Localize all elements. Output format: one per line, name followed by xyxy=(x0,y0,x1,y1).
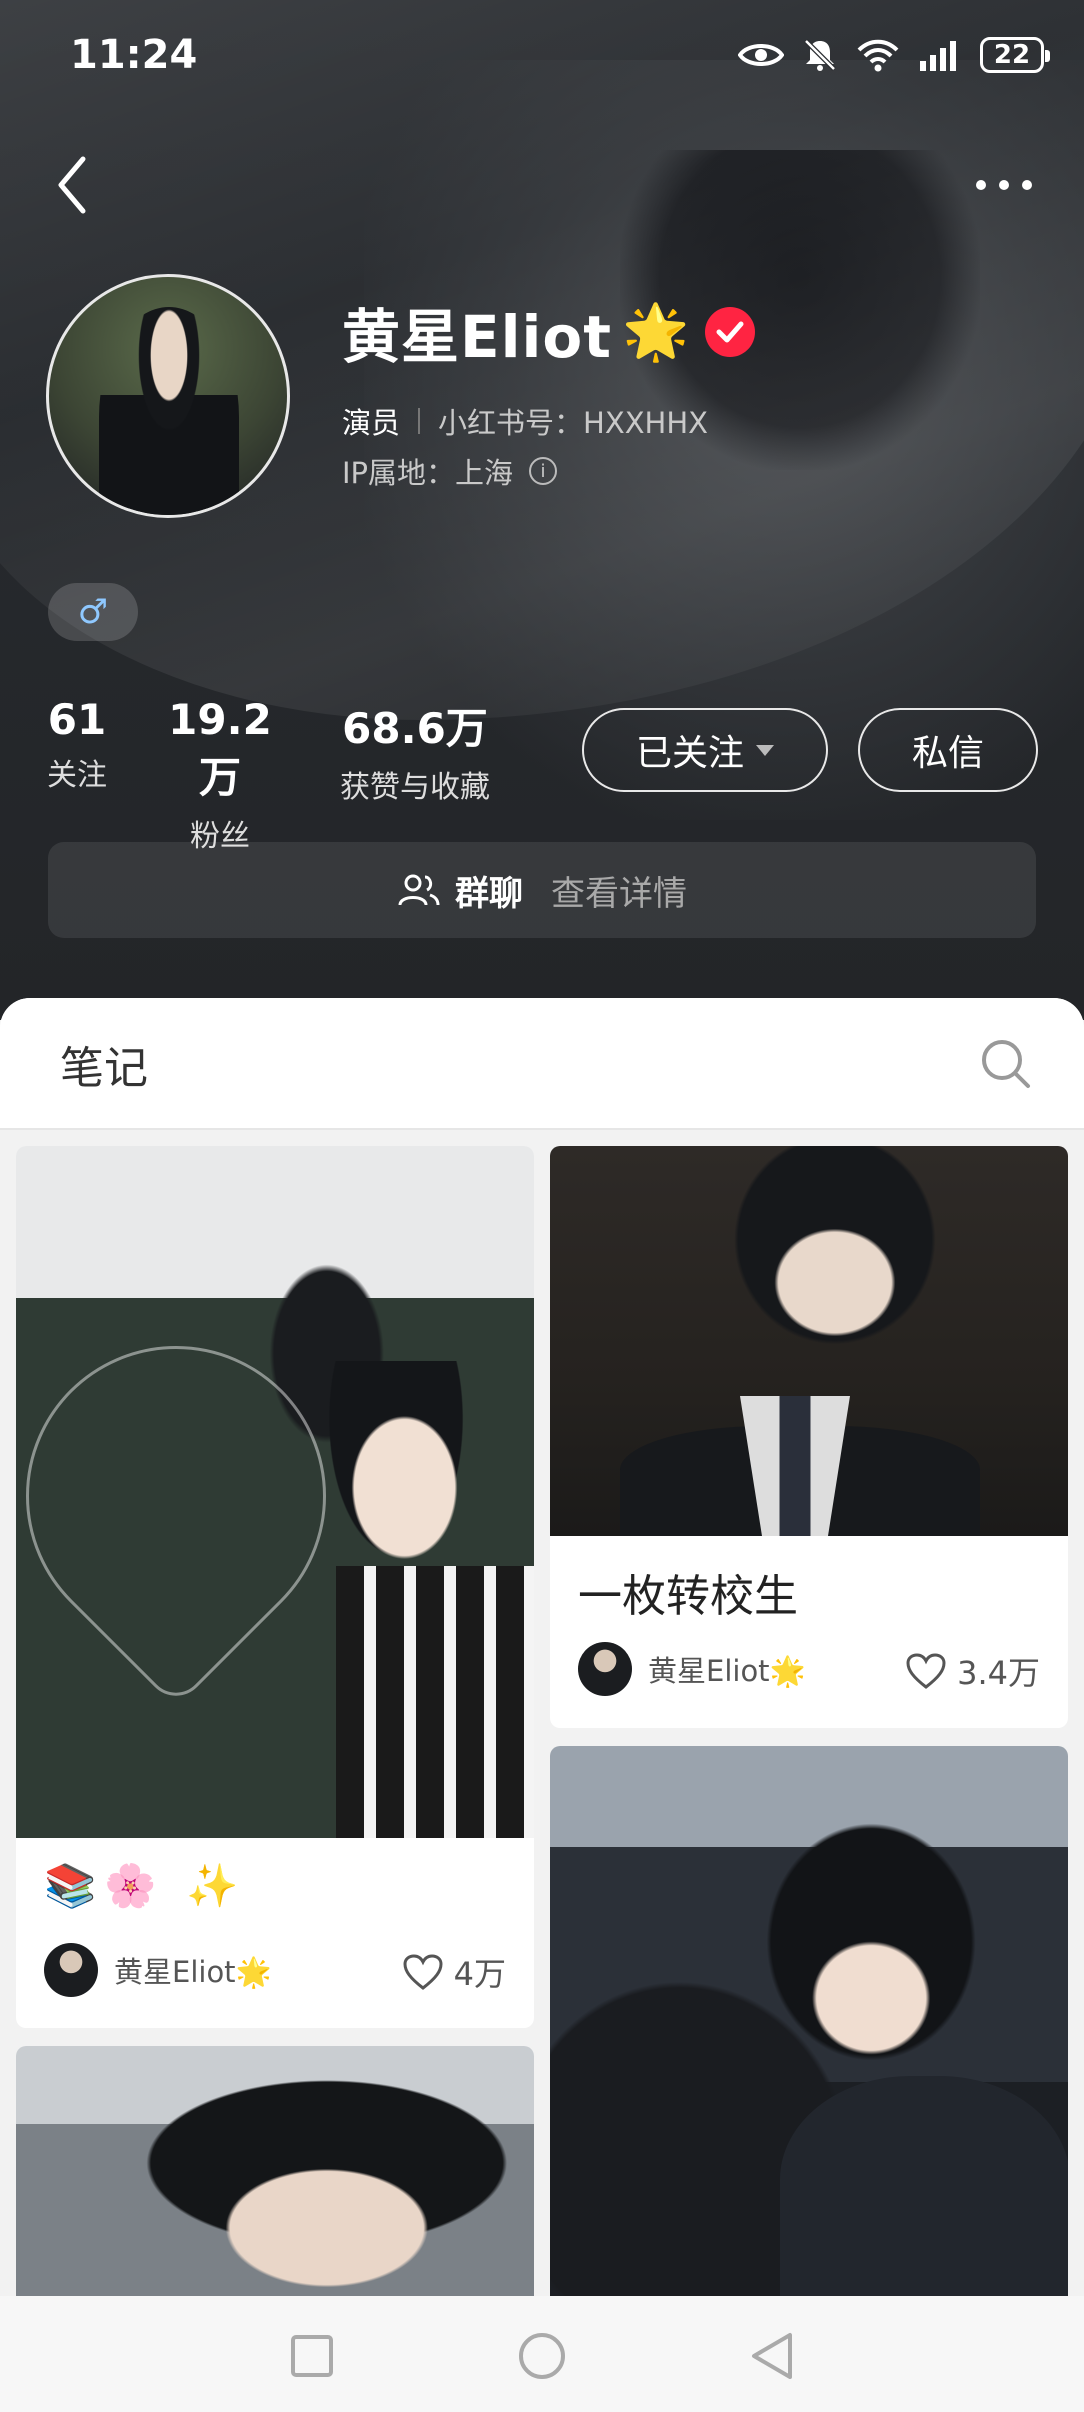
stat-likes[interactable]: 68.6万 获赞与收藏 xyxy=(330,695,500,806)
profile-stats: 61 关注 19.2万 粉丝 68.6万 获赞与收藏 xyxy=(0,695,560,854)
note-likes[interactable]: 4万 xyxy=(402,1949,506,1995)
cover-jacket xyxy=(336,1566,534,1838)
status-bar: 11:24 22 xyxy=(0,0,1084,110)
message-button[interactable]: 私信 xyxy=(858,708,1038,792)
group-chat-title: 群聊 xyxy=(455,873,523,914)
circle-icon xyxy=(519,2333,565,2379)
home-button[interactable] xyxy=(516,2330,568,2382)
tab-notes[interactable]: 笔记 xyxy=(60,1032,148,1096)
note-author[interactable]: 黄星Eliot🌟 xyxy=(44,1943,272,1997)
triangle-back-icon xyxy=(752,2333,792,2379)
author-name: 黄星Eliot🌟 xyxy=(114,1955,272,1989)
message-button-label: 私信 xyxy=(911,733,984,774)
stat-fans[interactable]: 19.2万 粉丝 xyxy=(156,695,284,855)
profile-header: 11:24 22 黄星Eliot 🌟 演员 小红书号：HXXHHX IP属地：上… xyxy=(0,0,1084,1020)
note-likes-count: 3.4万 xyxy=(957,1654,1040,1692)
note-likes-count: 4万 xyxy=(453,1955,506,1993)
group-chat-bar[interactable]: 群聊 查看详情 xyxy=(48,842,1036,938)
note-author[interactable]: 黄星Eliot🌟 xyxy=(578,1642,806,1696)
profile-screen: 11:24 22 黄星Eliot 🌟 演员 小红书号：HXXHHX IP属地：上… xyxy=(0,0,1084,2412)
author-avatar xyxy=(44,1943,98,1997)
status-icons: 22 xyxy=(738,37,1050,73)
search-icon xyxy=(982,1040,1030,1088)
stat-likes-value: 68.6万 xyxy=(342,704,488,753)
note-title: 📚🌸 ✨ xyxy=(44,1861,247,1910)
note-card[interactable]: 一枚转校生 黄星Eliot🌟 3.4万 xyxy=(550,1146,1068,1728)
stat-following[interactable]: 61 关注 xyxy=(44,695,110,794)
group-chat-detail: 查看详情 xyxy=(551,873,687,914)
recents-button[interactable] xyxy=(286,2330,338,2382)
caret-down-icon xyxy=(756,744,774,756)
profile-meta: 演员 小红书号：HXXHHX xyxy=(342,400,708,442)
note-card[interactable]: 📚🌸 ✨ 黄星Eliot🌟 4万 xyxy=(16,1146,534,2028)
chevron-left-icon xyxy=(58,156,86,214)
note-card[interactable] xyxy=(550,1746,1068,2346)
profile-name-row: 黄星Eliot 🌟 xyxy=(342,290,756,374)
top-nav xyxy=(0,140,1084,230)
avatar[interactable] xyxy=(46,274,290,518)
system-nav-bar xyxy=(0,2296,1084,2412)
profile-red-id[interactable]: 小红书号：HXXHHX xyxy=(438,400,708,442)
following-button[interactable]: 已关注 xyxy=(582,708,828,792)
sun-emoji-icon: 🌟 xyxy=(621,300,690,363)
profile-name: 黄星Eliot xyxy=(342,303,612,371)
avatar-figure xyxy=(99,307,239,515)
note-cover-image xyxy=(550,1746,1068,2306)
note-likes[interactable]: 3.4万 xyxy=(905,1648,1040,1694)
stat-likes-label: 获赞与收藏 xyxy=(340,770,490,805)
eye-icon xyxy=(738,44,784,66)
group-users-icon xyxy=(398,874,440,906)
stat-following-value: 61 xyxy=(47,695,107,744)
back-button[interactable] xyxy=(42,150,102,220)
verified-icon[interactable] xyxy=(705,307,756,357)
cover-face xyxy=(311,1361,481,1591)
heart-icon xyxy=(906,1653,946,1689)
search-button[interactable] xyxy=(978,1036,1034,1092)
profile-role: 演员 xyxy=(342,406,401,440)
status-time: 11:24 xyxy=(70,32,198,78)
heart-icon xyxy=(403,1954,443,1990)
following-button-label: 已关注 xyxy=(635,733,744,774)
meta-divider xyxy=(418,408,421,434)
stat-fans-value: 19.2万 xyxy=(168,695,272,802)
nav-back-button[interactable] xyxy=(746,2330,798,2382)
square-icon xyxy=(291,2335,333,2377)
bell-muted-icon xyxy=(804,39,836,71)
male-icon: ♂ xyxy=(77,592,109,632)
signal-icon xyxy=(920,41,956,71)
ip-location: IP属地：上海 xyxy=(342,456,514,490)
note-cover-image xyxy=(550,1146,1068,1536)
note-cover-image xyxy=(16,2046,534,2306)
battery-icon: 22 xyxy=(980,37,1050,73)
cover-jacket xyxy=(780,2076,1068,2306)
stat-following-label: 关注 xyxy=(47,758,107,793)
author-name: 黄星Eliot🌟 xyxy=(648,1654,806,1688)
gender-badge: ♂ xyxy=(48,583,138,641)
content-sheet: 笔记 📚🌸 ✨ 黄星Eliot🌟 4万 一枚转校生 黄星Eliot🌟 3.4万 xyxy=(0,998,1084,2412)
battery-level: 22 xyxy=(993,40,1031,70)
more-options-button[interactable] xyxy=(964,150,1044,220)
tab-bar: 笔记 xyxy=(0,998,1084,1130)
note-title: 一枚转校生 xyxy=(578,1571,798,1622)
more-icon xyxy=(976,180,1032,190)
note-cover-image xyxy=(16,1146,534,1838)
profile-ip: IP属地：上海 i xyxy=(342,450,558,492)
info-icon[interactable]: i xyxy=(529,457,558,485)
wifi-icon xyxy=(857,39,899,72)
author-avatar xyxy=(578,1642,632,1696)
